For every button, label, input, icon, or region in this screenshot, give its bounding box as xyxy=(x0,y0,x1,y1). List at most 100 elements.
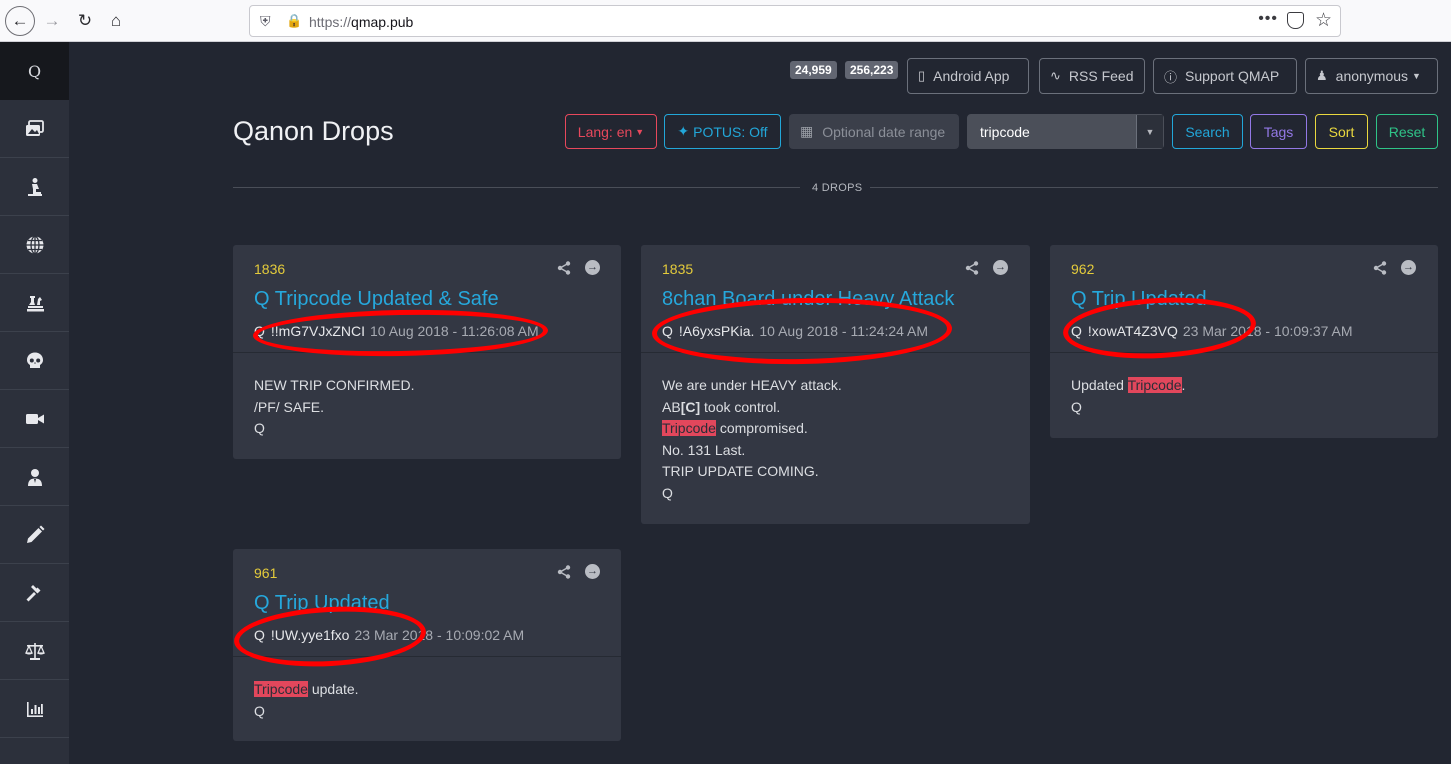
drop-author: Q xyxy=(254,627,265,643)
praying-person-icon xyxy=(27,177,42,196)
drops-count: 4 DROPS xyxy=(812,182,863,194)
user-icon: ♟ xyxy=(1316,68,1328,83)
images-icon xyxy=(25,119,44,136)
arrow-right-circle-icon[interactable]: → xyxy=(993,260,1008,275)
caret-down-icon[interactable]: ▼ xyxy=(1136,115,1163,148)
drop-date: 10 Aug 2018 - 11:26:08 AM xyxy=(370,323,539,339)
divider xyxy=(233,187,800,188)
potus-toggle-button[interactable]: ✦ POTUS: Off xyxy=(664,114,781,149)
drop-tripcode: !A6yxsPKia. xyxy=(678,323,755,339)
reset-button[interactable]: Reset xyxy=(1376,114,1438,149)
sidebar-item-stats[interactable] xyxy=(0,680,69,738)
page-title: Qanon Drops xyxy=(233,116,394,146)
chart-bar-icon xyxy=(26,701,43,717)
mobile-icon: ▯ xyxy=(918,68,926,83)
drop-card: 961 → Q Trip Updated Q !UW.yye1fxo 23 Mar … xyxy=(233,549,621,741)
caret-down-icon: ▼ xyxy=(635,126,645,137)
caret-down-icon: ▼ xyxy=(1412,71,1421,81)
share-icon[interactable] xyxy=(557,565,571,579)
sidebar-item-globe[interactable] xyxy=(0,216,69,274)
drop-date: 10 Aug 2018 - 11:24:24 AM xyxy=(759,323,929,339)
user-menu-button[interactable]: ♟ anonymous ▼ xyxy=(1305,58,1438,94)
home-icon[interactable]: ⌂ xyxy=(102,7,130,35)
reload-icon[interactable]: ↻ xyxy=(71,7,99,35)
sort-button[interactable]: Sort xyxy=(1315,114,1368,149)
language-dropdown[interactable]: Lang: en ▼ xyxy=(565,114,657,149)
url-bar[interactable]: ⛨ 🔒 https://qmap.pub ••• ☆ xyxy=(249,5,1341,37)
page-actions-icon[interactable]: ••• xyxy=(1258,10,1278,28)
search-highlight: Tripcode xyxy=(662,420,716,436)
search-field-select[interactable]: tripcode ▼ xyxy=(967,114,1164,149)
drop-author: Q xyxy=(1071,323,1082,339)
drop-tripcode: !!mG7VJxZNCI xyxy=(270,323,366,339)
drop-tripcode: !xowAT4Z3VQ xyxy=(1087,323,1178,339)
calendar-icon: ▦ xyxy=(800,123,814,139)
search-button[interactable]: Search xyxy=(1172,114,1243,149)
drop-title[interactable]: Q Tripcode Updated & Safe xyxy=(254,288,499,311)
sidebar-item-gavel[interactable] xyxy=(0,564,69,622)
video-camera-icon xyxy=(25,413,44,424)
drop-body: NEW TRIP CONFIRMED. /PF/ SAFE. Q xyxy=(254,377,415,436)
chess-icon xyxy=(26,295,44,311)
drop-title[interactable]: Q Trip Updated xyxy=(1071,288,1207,311)
forward-arrow-icon[interactable]: → xyxy=(38,7,66,35)
rss-feed-button[interactable]: ∿ RSS Feed xyxy=(1039,58,1145,94)
drop-title[interactable]: Q Trip Updated xyxy=(254,592,390,615)
share-icon[interactable] xyxy=(557,261,571,275)
sidebar-item-write[interactable] xyxy=(0,506,69,564)
arrow-right-circle-icon[interactable]: → xyxy=(1401,260,1416,275)
sidebar-item-user-secret[interactable] xyxy=(0,448,69,506)
drop-number[interactable]: 1835 xyxy=(662,261,693,277)
sidebar-item-images[interactable] xyxy=(0,100,69,158)
sidebar-item-pray[interactable] xyxy=(0,158,69,216)
skull-icon xyxy=(26,352,43,368)
drop-meta: Q !A6yxsPKia. 10 Aug 2018 - 11:24:24 AM xyxy=(662,323,928,339)
search-highlight: Tripcode xyxy=(254,681,308,697)
bookmark-star-icon[interactable]: ☆ xyxy=(1315,9,1332,32)
gavel-icon xyxy=(26,584,40,601)
drop-tripcode: !UW.yye1fxo xyxy=(270,627,350,643)
share-icon[interactable] xyxy=(965,261,979,275)
drop-author: Q xyxy=(662,323,673,339)
date-range-input[interactable]: ▦ Optional date range xyxy=(789,114,959,149)
browser-toolbar: ← → ↻ ⌂ ⛨ 🔒 https://qmap.pub ••• ☆ xyxy=(0,0,1451,42)
rss-icon: ∿ xyxy=(1050,68,1061,83)
support-qmap-button[interactable]: ⓘ Support QMAP xyxy=(1153,58,1297,94)
drop-date: 23 Mar 2018 - 10:09:02 AM xyxy=(354,627,525,643)
sidebar-item-chess[interactable] xyxy=(0,274,69,332)
search-highlight: Tripcode xyxy=(1127,377,1182,393)
globe-icon xyxy=(26,235,43,254)
info-circle-icon: ⓘ xyxy=(1164,69,1178,85)
twitter-icon: ✦ xyxy=(677,123,690,139)
drop-card: 1835 → 8chan Board under Heavy Attack Q!… xyxy=(641,245,1030,524)
back-arrow-icon[interactable]: ← xyxy=(5,6,35,36)
sidebar-item-scale[interactable] xyxy=(0,622,69,680)
drop-meta: Q !UW.yye1fxo 23 Mar 2018 - 10:09:02 AM xyxy=(254,627,524,643)
total-posts-badge: 24,959 xyxy=(790,61,837,79)
tags-button[interactable]: Tags xyxy=(1250,114,1307,149)
android-app-button[interactable]: ▯ Android App xyxy=(907,58,1029,94)
site-logo[interactable]: Q xyxy=(0,42,69,100)
lock-icon[interactable]: 🔒 xyxy=(286,13,302,29)
drop-meta: Q !xowAT4Z3VQ 23 Mar 2018 - 10:09:37 AM xyxy=(1071,323,1353,339)
drop-number[interactable]: 962 xyxy=(1071,261,1094,277)
shield-icon[interactable]: ⛨ xyxy=(260,13,274,29)
total-replies-badge: 256,223 xyxy=(845,61,899,79)
arrow-right-circle-icon[interactable]: → xyxy=(585,260,600,275)
sidebar: Q xyxy=(0,42,69,764)
drop-author: Q xyxy=(254,323,265,339)
url-text[interactable]: https://qmap.pub xyxy=(309,14,413,30)
sidebar-item-video[interactable] xyxy=(0,390,69,448)
drop-number[interactable]: 961 xyxy=(254,565,277,581)
pocket-icon[interactable] xyxy=(1287,12,1304,29)
drop-title[interactable]: 8chan Board under Heavy Attack xyxy=(662,288,954,311)
drop-date: 23 Mar 2018 - 10:09:37 AM xyxy=(1182,323,1353,339)
user-secret-icon xyxy=(27,468,42,486)
drop-body: Updated Tripcode. Q xyxy=(1071,377,1186,415)
pencil-icon xyxy=(26,525,44,543)
share-icon[interactable] xyxy=(1373,261,1387,275)
sidebar-item-skull[interactable] xyxy=(0,332,69,390)
divider xyxy=(870,187,1438,188)
arrow-right-circle-icon[interactable]: → xyxy=(585,564,600,579)
drop-number[interactable]: 1836 xyxy=(254,261,285,277)
